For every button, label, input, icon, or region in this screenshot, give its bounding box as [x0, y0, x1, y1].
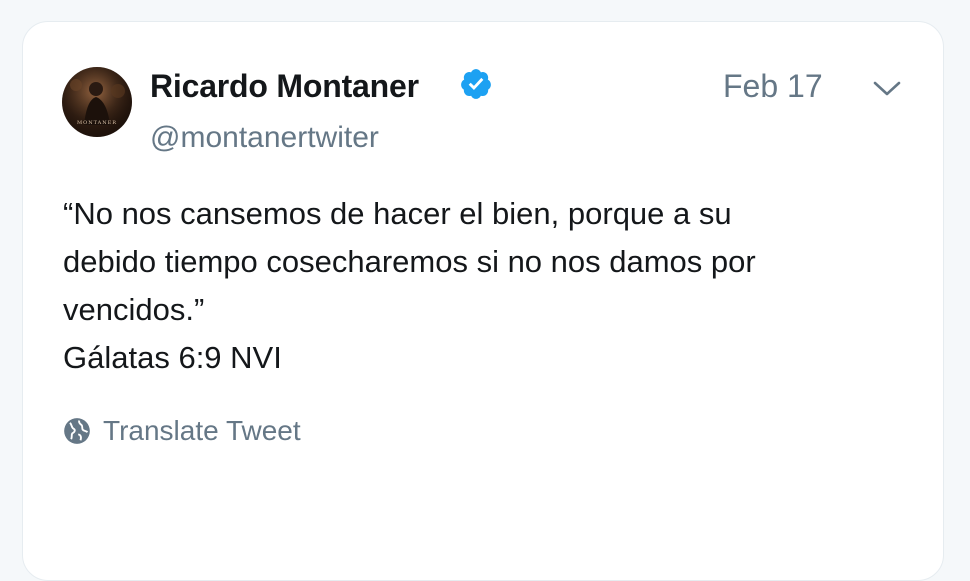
verified-badge-icon [461, 69, 491, 99]
author-name[interactable]: Ricardo Montaner [150, 67, 419, 105]
translate-tweet-label: Translate Tweet [103, 415, 301, 446]
tweet-card[interactable]: MONTANER Ricardo Montaner @montanertwite… [22, 21, 944, 581]
globe-icon [64, 418, 90, 444]
tweet-date[interactable]: Feb 17 [723, 67, 823, 105]
avatar[interactable]: MONTANER [62, 67, 132, 137]
author-handle[interactable]: @montanertwiter [150, 120, 379, 156]
avatar-caption: MONTANER [77, 120, 117, 126]
chevron-down-icon[interactable] [871, 76, 903, 100]
translate-tweet-link[interactable]: Translate Tweet [63, 414, 301, 448]
tweet-text: “No nos cansemos de hacer el bien, porqu… [63, 196, 756, 375]
avatar-image: MONTANER [62, 67, 132, 137]
